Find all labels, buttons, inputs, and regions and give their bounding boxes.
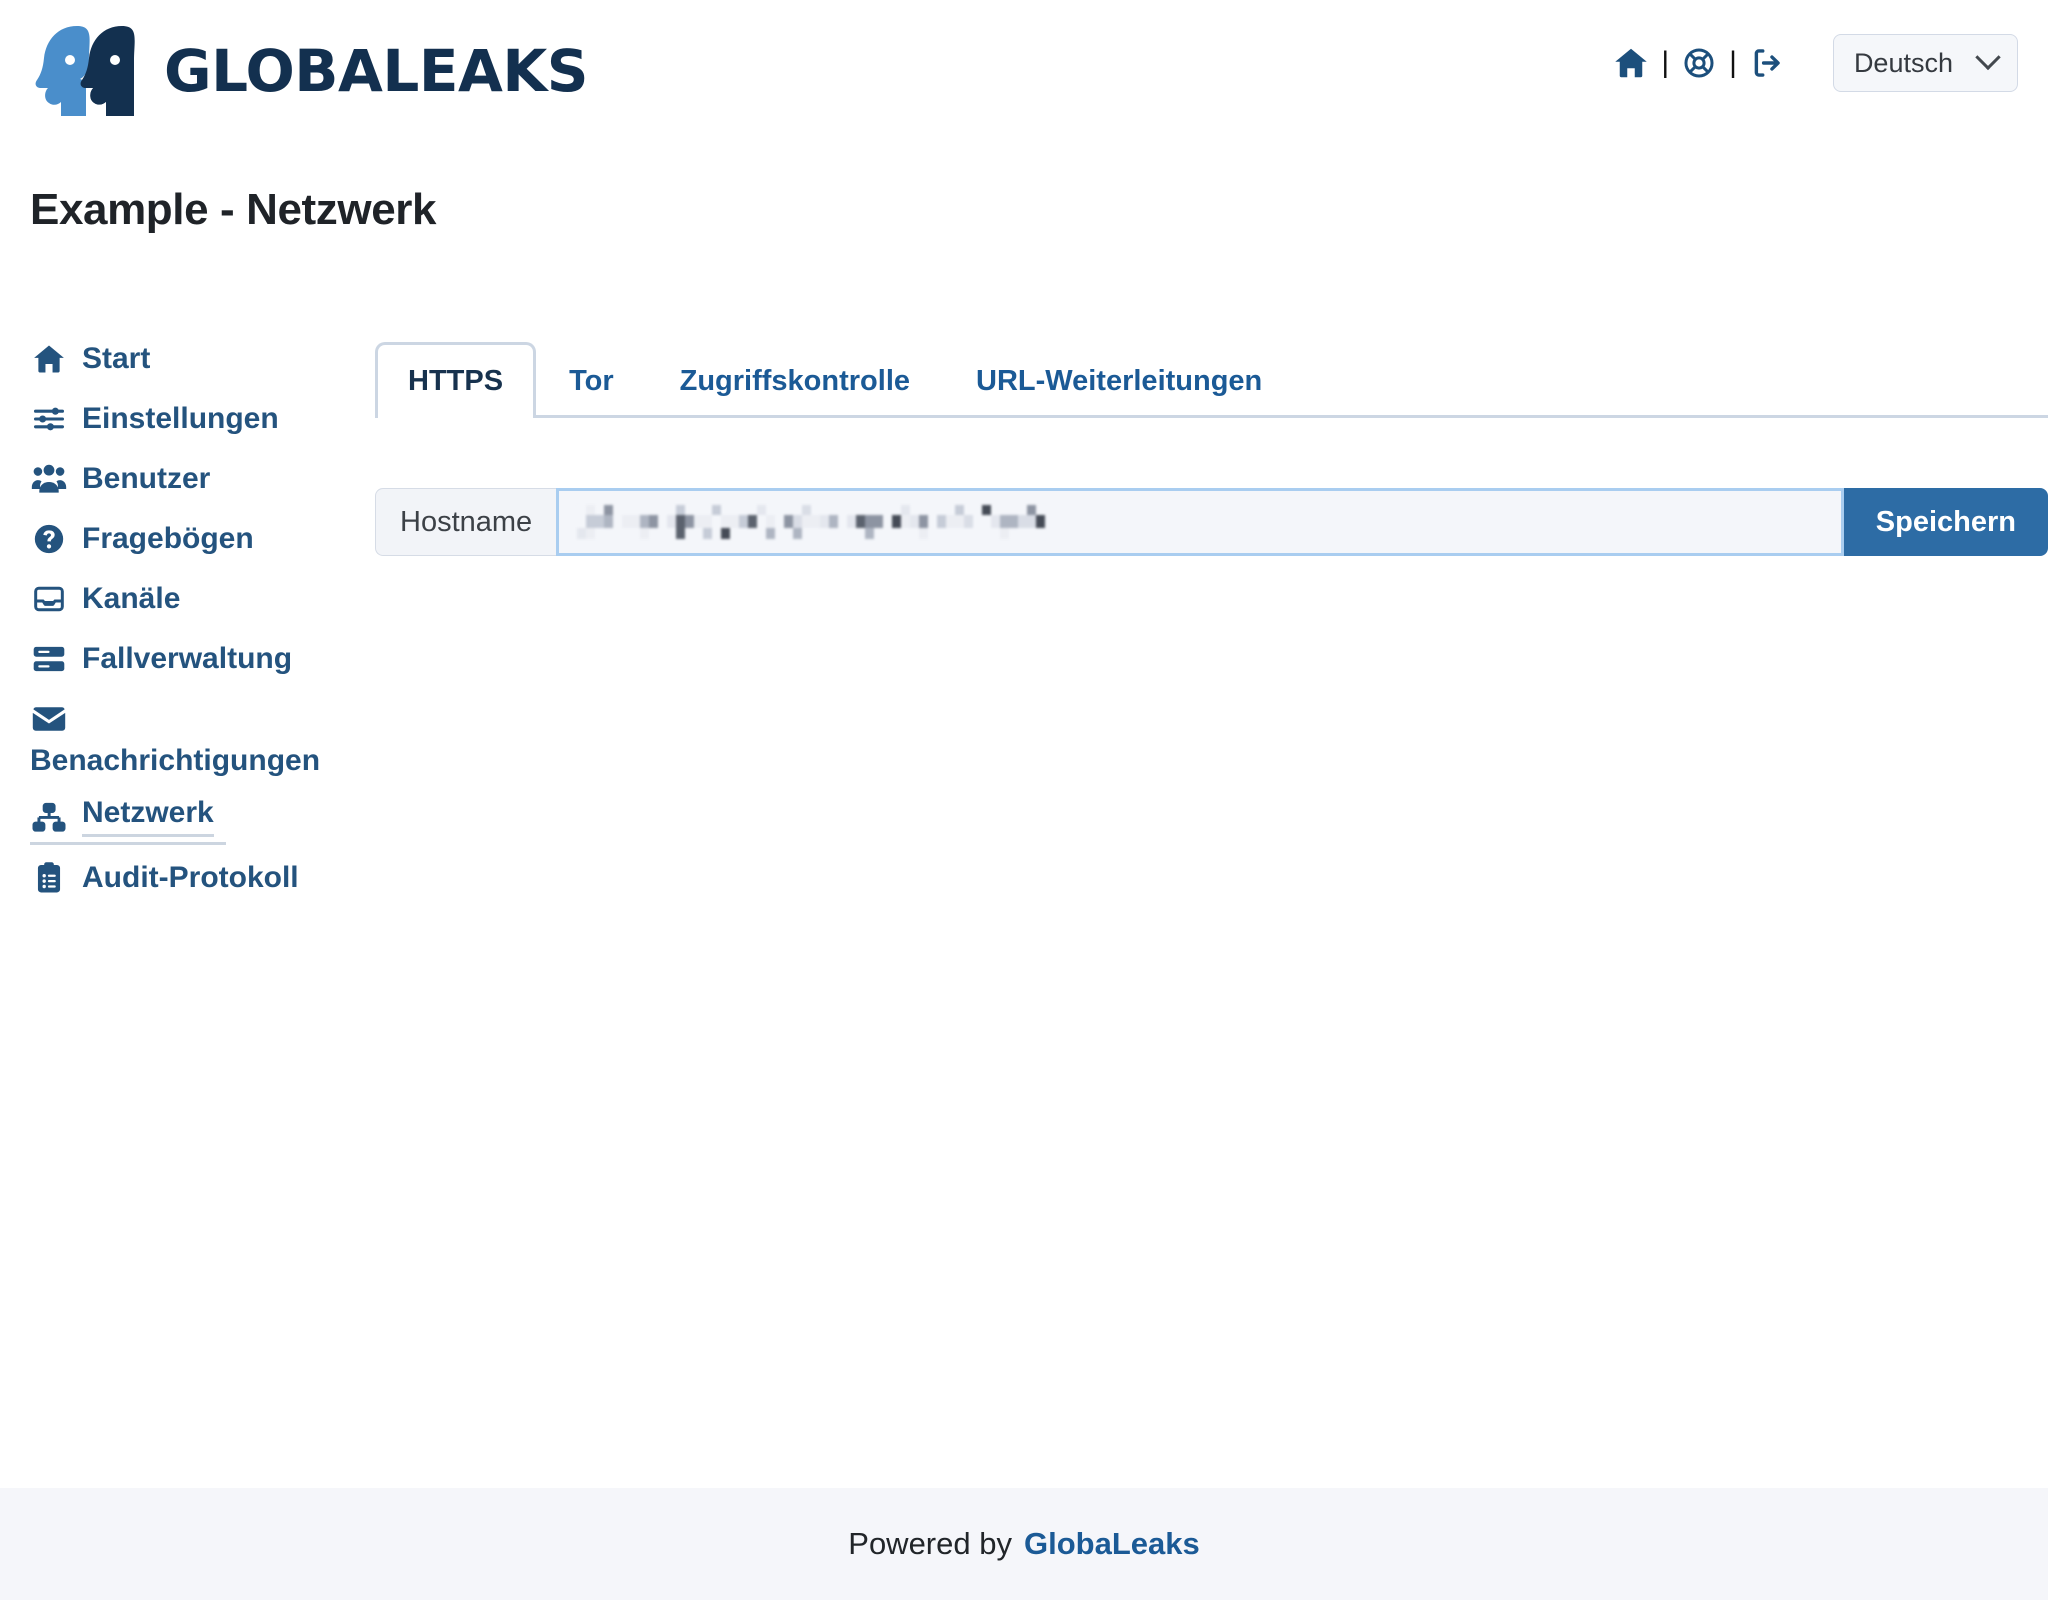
inbox-icon	[30, 580, 68, 618]
clipboard-list-icon	[30, 859, 68, 897]
save-button[interactable]: Speichern	[1843, 488, 2048, 556]
brand-wordmark: GLOBALEAKS	[164, 37, 589, 105]
home-icon	[30, 340, 68, 378]
home-icon[interactable]	[1609, 41, 1653, 85]
sign-out-icon[interactable]	[1745, 41, 1789, 85]
tab-zugriffskontrolle[interactable]: Zugriffskontrolle	[647, 342, 943, 418]
language-select[interactable]: Deutsch	[1832, 34, 2018, 92]
sitemap-network-icon	[30, 799, 68, 837]
header-icon-links: | |	[1609, 41, 1789, 85]
header-separator: |	[1661, 46, 1670, 79]
chevron-down-icon	[1975, 44, 2001, 71]
page-body: Start Einstellungen Benutzer Fragebögen …	[0, 340, 2048, 919]
sidebar-item-label: Netzwerk	[82, 798, 214, 837]
sidebar-item-start[interactable]: Start	[30, 340, 375, 378]
sidebar-item-label: Einstellungen	[82, 402, 279, 435]
tab-url-weiterleitungen[interactable]: URL-Weiterleitungen	[943, 342, 1295, 418]
sidebar-item-benachrichtigungen[interactable]: Benachrichtigungen	[30, 700, 375, 776]
hostname-label: Hostname	[375, 488, 557, 556]
question-circle-icon	[30, 520, 68, 558]
page-title: Example - Netzwerk	[30, 185, 437, 234]
sidebar-item-label: Audit-Protokoll	[82, 861, 299, 894]
sidebar-nav: Start Einstellungen Benutzer Fragebögen …	[0, 340, 375, 919]
sidebar-item-label: Start	[82, 342, 151, 375]
page-footer: Powered by GlobaLeaks	[0, 1488, 2048, 1600]
tab-https[interactable]: HTTPS	[375, 342, 537, 421]
sidebar-item-fallverwaltung[interactable]: Fallverwaltung	[30, 640, 375, 678]
sidebar-item-fragebogen[interactable]: Fragebögen	[30, 520, 375, 558]
envelope-icon	[30, 700, 68, 738]
sidebar-item-label: Benachrichtigungen	[30, 744, 321, 777]
header-separator-2: |	[1729, 46, 1737, 79]
sliders-icon	[30, 400, 68, 438]
language-select-value: Deutsch	[1853, 47, 1953, 78]
users-icon	[30, 460, 68, 498]
sidebar-item-label: Kanäle	[82, 582, 181, 615]
sidebar-item-kanale[interactable]: Kanäle	[30, 580, 375, 618]
main-content: HTTPS Tor Zugriffskontrolle URL-Weiterle…	[375, 340, 2048, 556]
sidebar-item-netzwerk[interactable]: Netzwerk	[30, 798, 375, 845]
two-faces-logo-icon	[30, 22, 142, 120]
brand-logo[interactable]: GLOBALEAKS	[30, 22, 589, 120]
life-buoy-support-icon[interactable]	[1677, 41, 1721, 85]
sidebar-item-label: Benutzer	[82, 462, 211, 495]
hostname-input[interactable]	[556, 488, 1844, 556]
server-icon	[30, 640, 68, 678]
sidebar-item-einstellungen[interactable]: Einstellungen	[30, 400, 375, 438]
footer-globaleaks-link[interactable]: GlobaLeaks	[1024, 1526, 1200, 1562]
sidebar-item-benutzer[interactable]: Benutzer	[30, 460, 375, 498]
sidebar-item-label: Fragebögen	[82, 522, 254, 555]
app-page: GLOBALEAKS | | Deutsch Example - Netzwer…	[0, 0, 2048, 1488]
sidebar-item-label: Fallverwaltung	[82, 642, 293, 675]
app-header: GLOBALEAKS | | Deutsch	[0, 0, 2048, 146]
network-tabs: HTTPS Tor Zugriffskontrolle URL-Weiterle…	[375, 340, 2048, 421]
hostname-form-row: Hostname Speichern	[375, 488, 2048, 556]
header-tools: | | Deutsch	[1609, 34, 2018, 92]
tab-tor[interactable]: Tor	[536, 342, 647, 418]
footer-powered-by-text: Powered by	[848, 1526, 1012, 1561]
sidebar-item-audit-protokoll[interactable]: Audit-Protokoll	[30, 859, 375, 897]
redacted-hostname-value	[577, 505, 1046, 539]
